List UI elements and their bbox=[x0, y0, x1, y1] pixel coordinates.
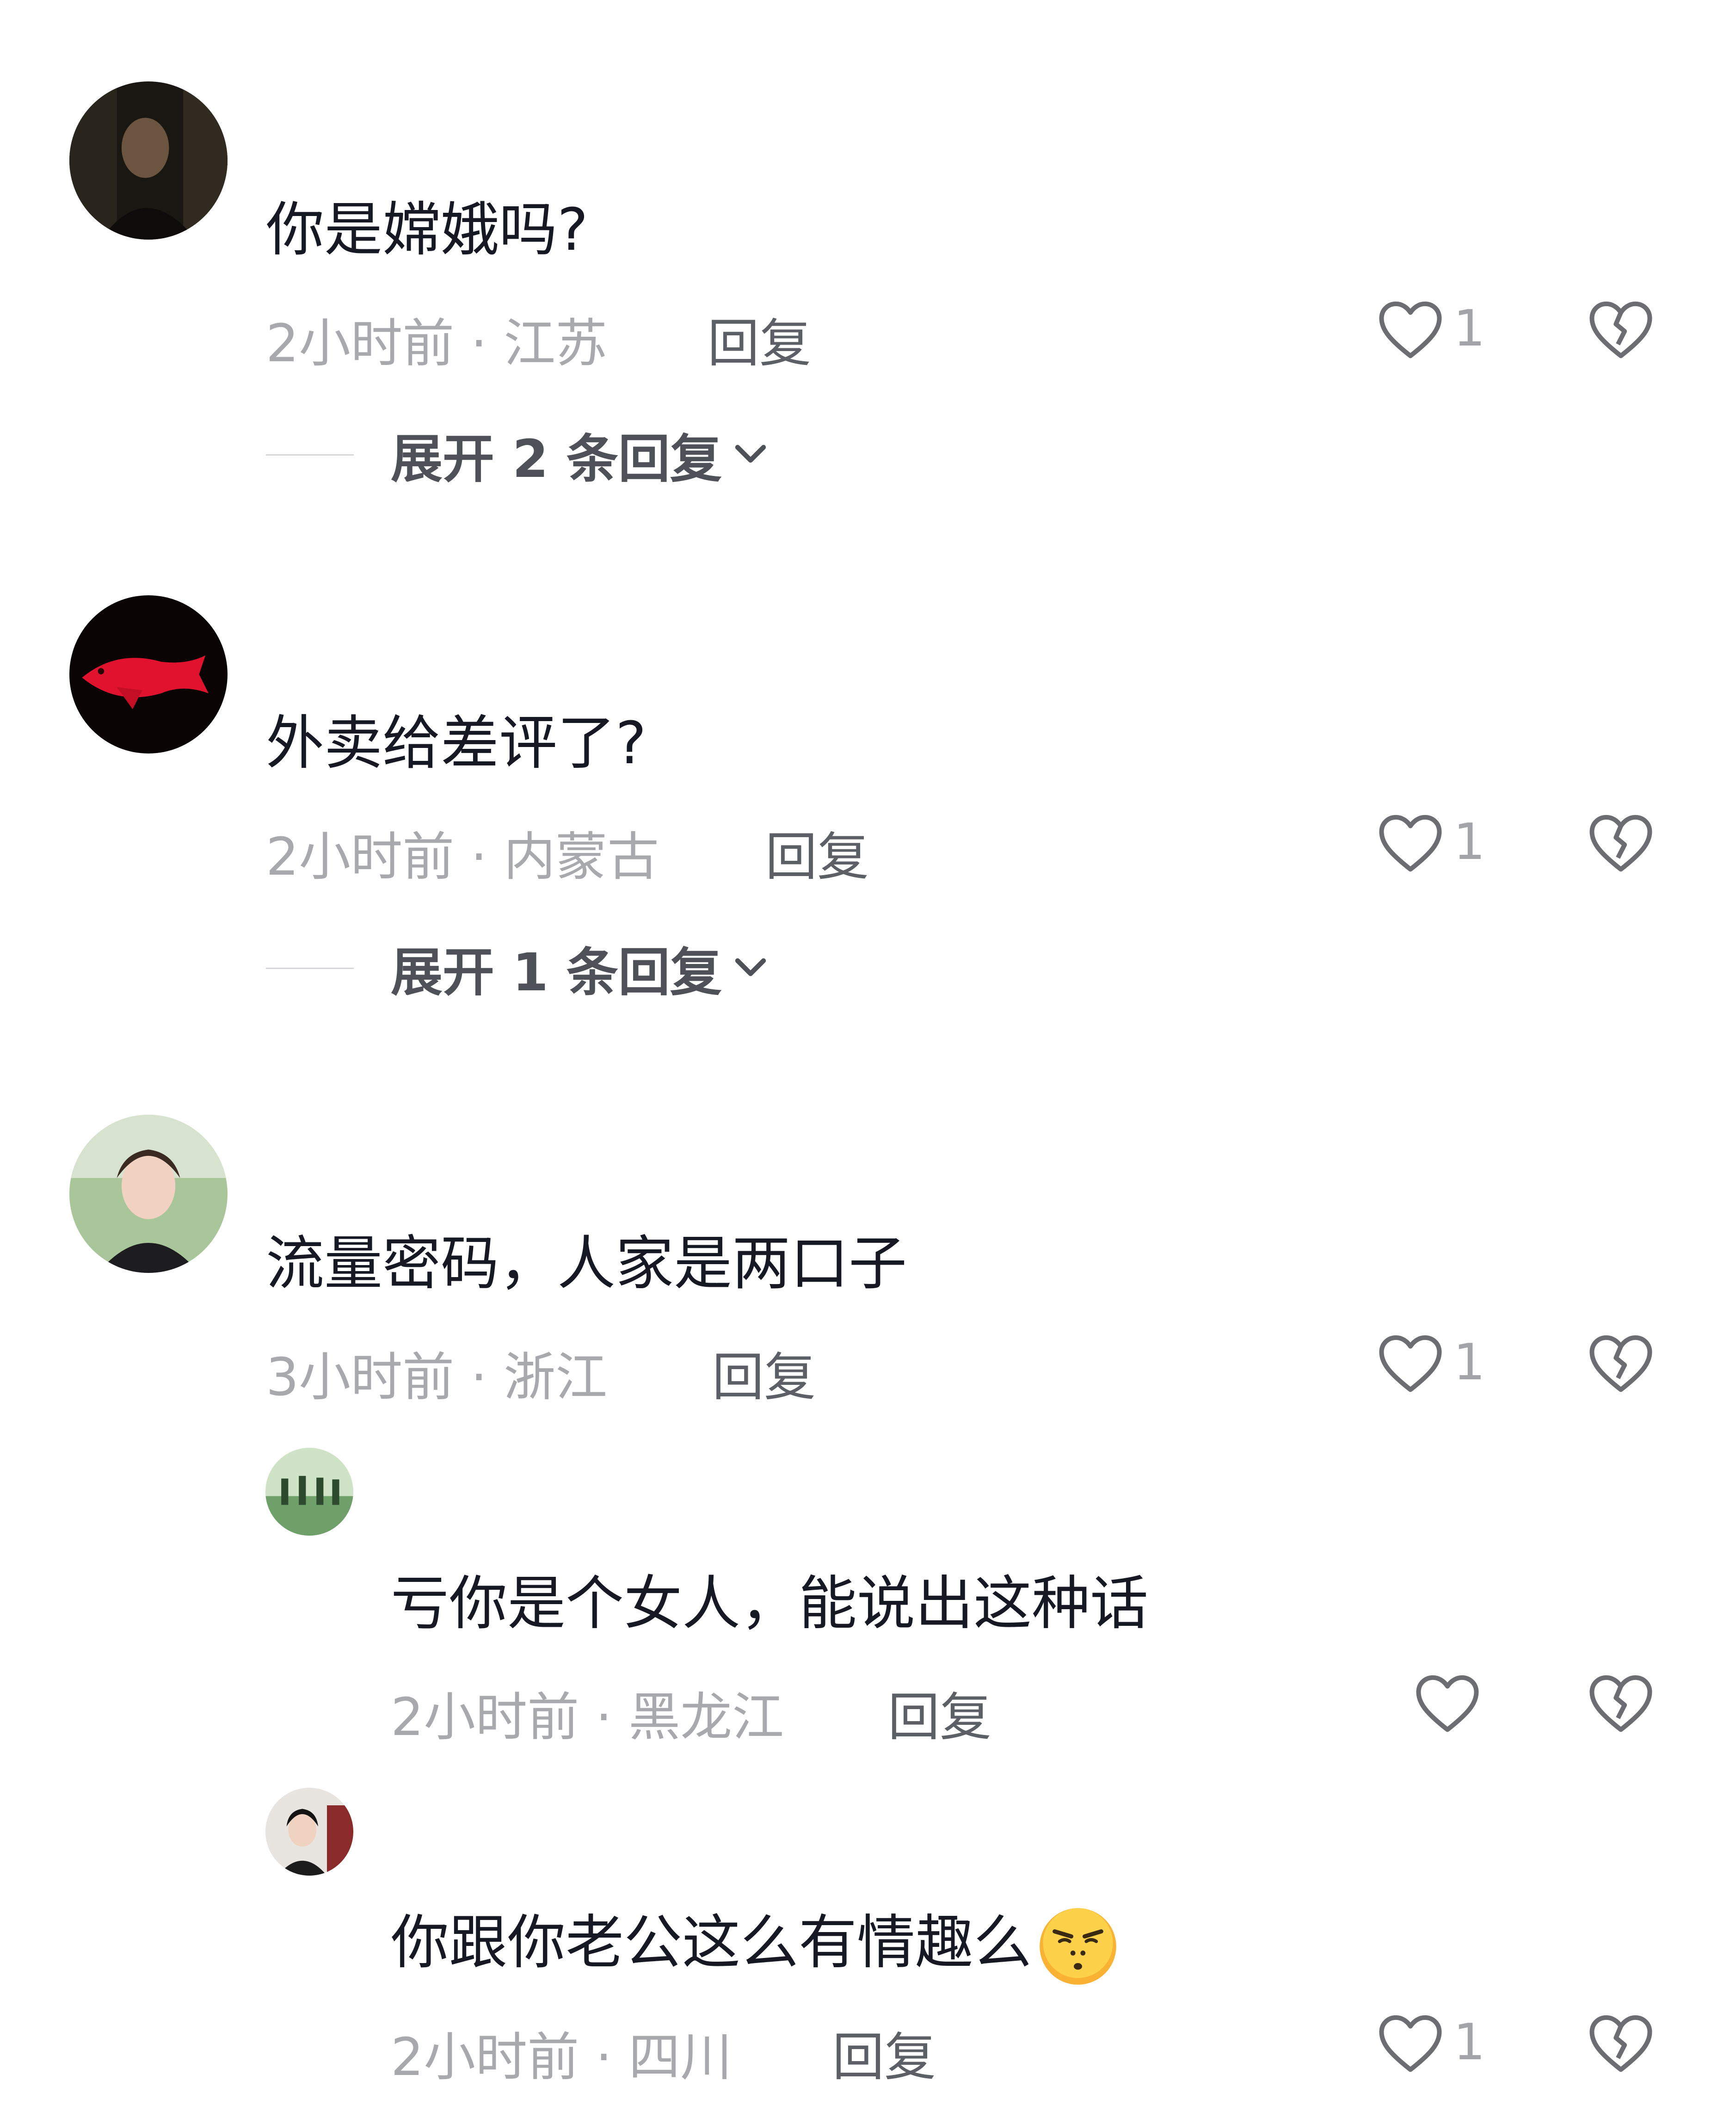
broken-heart-icon bbox=[1589, 815, 1652, 872]
like-count: 1 bbox=[1453, 2013, 1485, 2071]
expand-replies[interactable]: 展开 2 条回复 bbox=[266, 417, 769, 492]
reply-meta: 2小时前 · 四川 bbox=[391, 2015, 732, 2090]
divider bbox=[266, 967, 354, 969]
comment-location: 江苏 bbox=[504, 314, 608, 374]
reply-text: 亏你是个女人，能说出这种话 bbox=[391, 1569, 1148, 1637]
avatar[interactable] bbox=[69, 1115, 228, 1273]
meta-separator: · bbox=[470, 314, 487, 374]
dislike-button[interactable] bbox=[1586, 296, 1656, 363]
dislike-button[interactable] bbox=[1586, 1670, 1656, 1736]
comment-meta: 3小时前 · 浙江 bbox=[266, 1335, 607, 1410]
avatar[interactable] bbox=[265, 1788, 353, 1876]
heart-icon bbox=[1379, 301, 1442, 358]
avatar[interactable] bbox=[265, 1448, 353, 1536]
reply-location: 黑龙江 bbox=[628, 1687, 784, 1748]
reply-button[interactable]: 回复 bbox=[765, 815, 869, 890]
meta-separator: · bbox=[595, 2027, 612, 2087]
avatar[interactable] bbox=[69, 595, 228, 753]
reply-button[interactable]: 回复 bbox=[888, 1675, 991, 1750]
comment-text: 流量密码，人家是两口子 bbox=[266, 1229, 907, 1297]
comment-meta: 2小时前 · 内蒙古 bbox=[266, 815, 659, 890]
smirk-emoji-icon bbox=[1040, 1908, 1116, 1985]
avatar[interactable] bbox=[69, 81, 228, 240]
comment-time: 3小时前 bbox=[266, 1347, 455, 1408]
broken-heart-icon bbox=[1589, 1335, 1652, 1392]
reply-text-content: 你跟你老公这么有情趣么 bbox=[391, 1908, 1032, 1976]
reply-button[interactable]: 回复 bbox=[832, 2015, 936, 2090]
reply-location: 四川 bbox=[628, 2027, 733, 2087]
comment-meta: 2小时前 · 江苏 bbox=[266, 302, 607, 377]
heart-icon bbox=[1379, 1335, 1442, 1392]
like-count: 1 bbox=[1453, 299, 1485, 358]
like-count: 1 bbox=[1453, 1333, 1485, 1391]
chevron-down-icon bbox=[735, 958, 766, 976]
heart-icon bbox=[1379, 2015, 1442, 2072]
comment-text: 外卖给差评了? bbox=[266, 709, 646, 777]
meta-separator: · bbox=[470, 827, 487, 887]
like-button[interactable]: 1 bbox=[1376, 1330, 1485, 1395]
reply-meta: 2小时前 · 黑龙江 bbox=[391, 1675, 784, 1750]
broken-heart-icon bbox=[1589, 301, 1652, 358]
heart-icon bbox=[1416, 1675, 1479, 1732]
reply-text: 你跟你老公这么有情趣么 bbox=[391, 1896, 1120, 1988]
broken-heart-icon bbox=[1589, 1675, 1652, 1732]
heart-icon bbox=[1379, 815, 1442, 872]
meta-separator: · bbox=[470, 1347, 487, 1408]
avatar-image bbox=[69, 81, 228, 240]
divider bbox=[266, 454, 354, 456]
like-button[interactable]: 1 bbox=[1376, 2010, 1485, 2075]
like-button[interactable]: 1 bbox=[1376, 296, 1485, 361]
broken-heart-icon bbox=[1589, 2015, 1652, 2072]
avatar-image bbox=[265, 1788, 353, 1876]
like-count: 1 bbox=[1453, 813, 1485, 871]
reply-button[interactable]: 回复 bbox=[712, 1335, 816, 1410]
reply-time: 2小时前 bbox=[391, 2027, 579, 2087]
expand-replies-label: 展开 1 条回复 bbox=[391, 943, 722, 1003]
dislike-button[interactable] bbox=[1586, 809, 1656, 876]
comment-time: 2小时前 bbox=[266, 314, 455, 374]
avatar-image bbox=[69, 595, 228, 753]
dislike-button[interactable] bbox=[1586, 2010, 1656, 2076]
expand-replies[interactable]: 展开 1 条回复 bbox=[266, 931, 769, 1006]
like-button[interactable] bbox=[1413, 1670, 1490, 1735]
meta-separator: · bbox=[595, 1687, 612, 1748]
avatar-image bbox=[265, 1448, 353, 1536]
comment-time: 2小时前 bbox=[266, 827, 455, 887]
comment-location: 内蒙古 bbox=[504, 827, 659, 887]
like-button[interactable]: 1 bbox=[1376, 809, 1485, 874]
expand-replies-label: 展开 2 条回复 bbox=[391, 429, 722, 489]
comment-location: 浙江 bbox=[504, 1347, 608, 1408]
reply-button[interactable]: 回复 bbox=[708, 302, 811, 377]
chevron-down-icon bbox=[735, 445, 766, 463]
avatar-image bbox=[69, 1115, 228, 1273]
dislike-button[interactable] bbox=[1586, 1330, 1656, 1396]
reply-time: 2小时前 bbox=[391, 1687, 579, 1748]
comment-text: 你是嫦娥吗? bbox=[266, 196, 588, 264]
